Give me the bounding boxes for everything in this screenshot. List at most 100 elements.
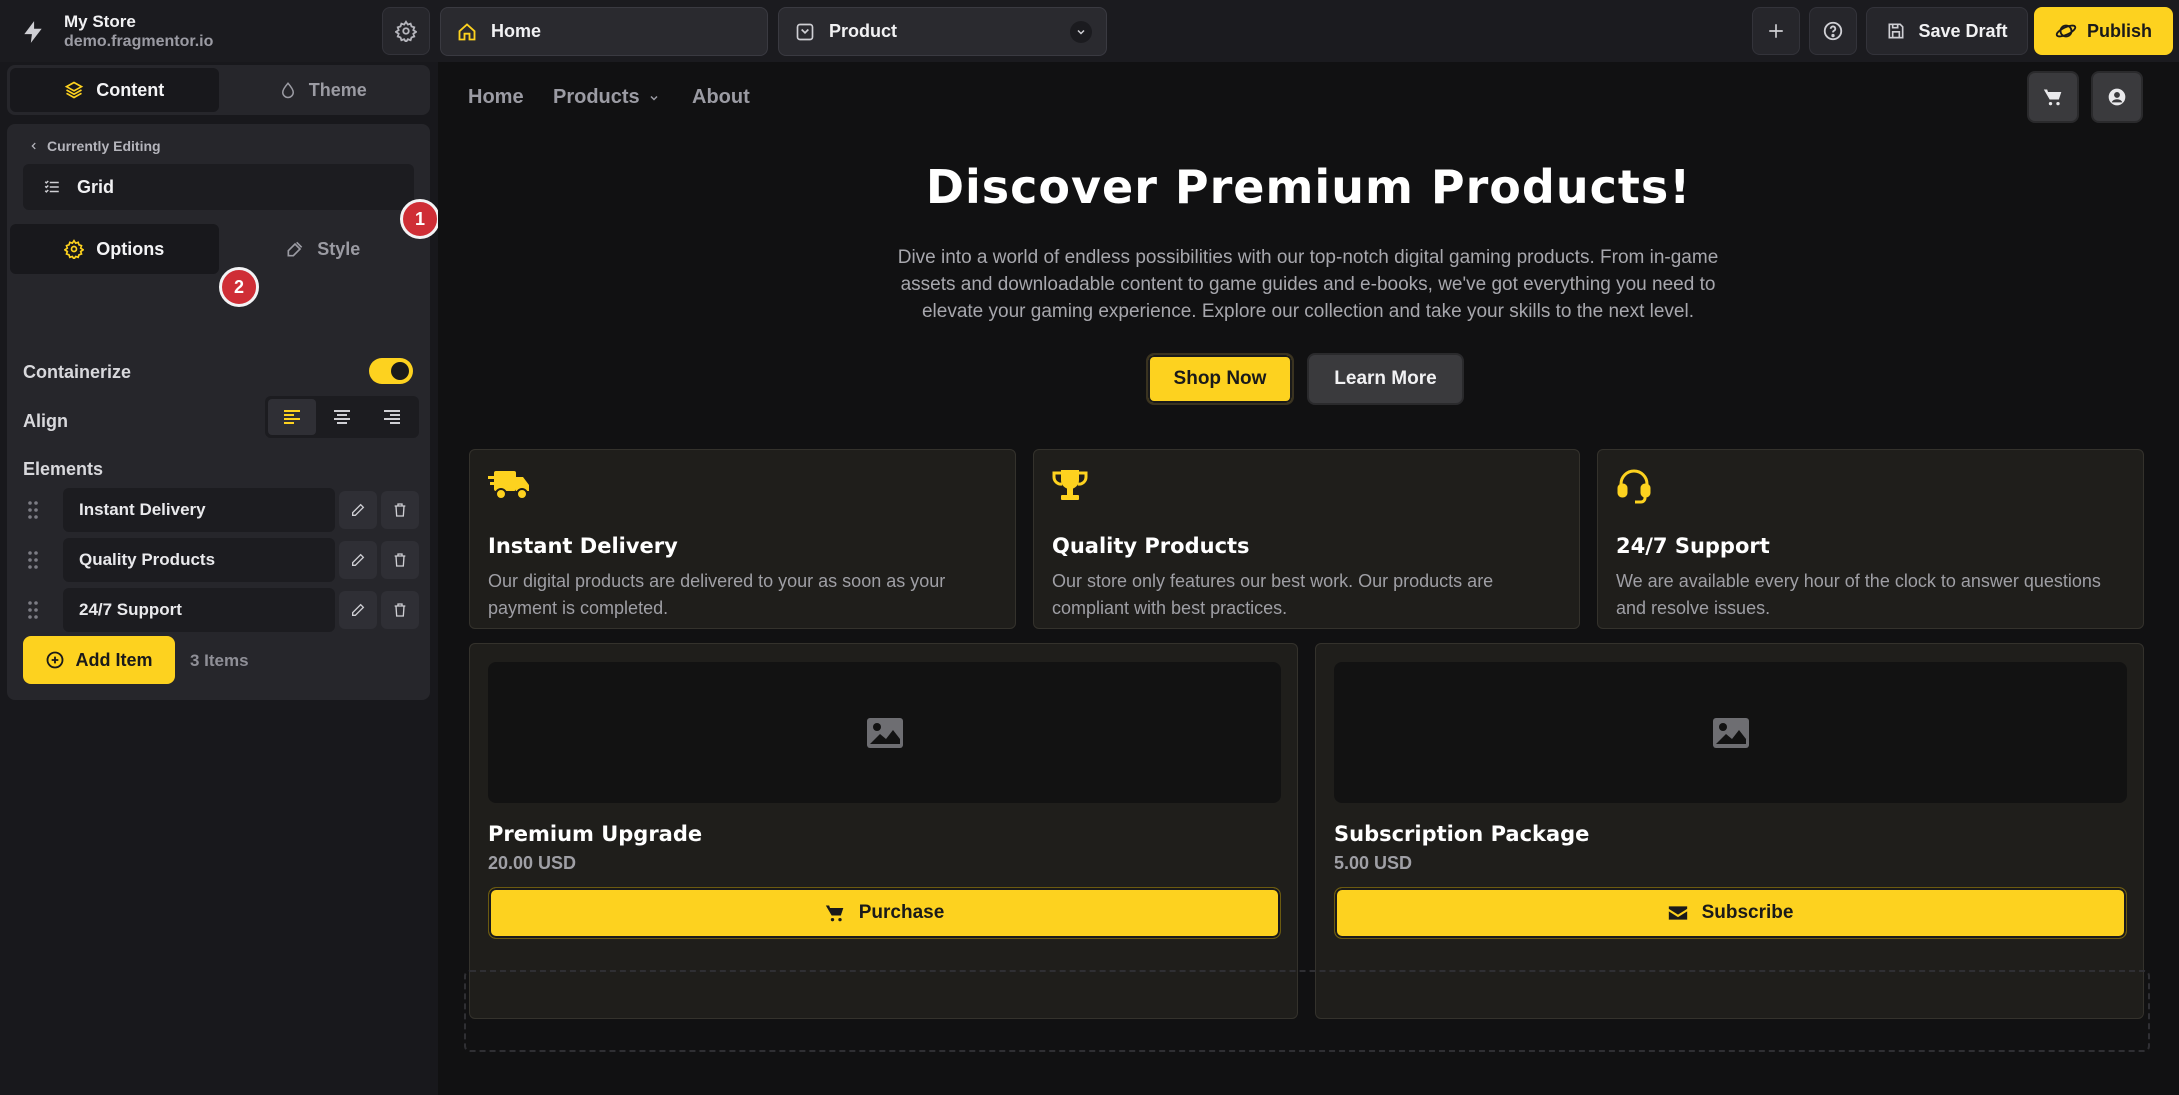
drag-handle-icon[interactable] [27,500,39,520]
align-right-icon [384,410,400,424]
product-card[interactable]: Premium Upgrade 20.00 USD Purchase [469,643,1298,1019]
pencil-icon [352,603,365,616]
image-icon [1712,717,1749,748]
trash-icon [394,603,406,617]
subscribe-button[interactable]: Subscribe [1334,887,2127,939]
bolt-icon [24,20,42,43]
template-icon [796,23,814,40]
back-to-parent[interactable]: Currently Editing [29,138,161,154]
feature-description: Our store only features our best work. O… [1052,571,1494,618]
nav-products-label: Products [553,86,640,108]
store-name: My Store [64,12,136,31]
help-button[interactable] [1809,7,1857,55]
edit-button[interactable] [339,591,377,629]
settings-button[interactable] [382,7,430,55]
trash-icon [394,553,406,567]
template-select-value: Product [829,21,898,41]
user-circle-icon [2108,88,2126,106]
feature-title: Quality Products [1052,534,1250,558]
store-brand[interactable]: My Store demo.fragmentor.io [20,12,213,51]
hero-title: Discover Premium Products! [925,160,1692,214]
items-count: 3 Items [190,651,249,670]
save-icon [1888,23,1904,39]
save-draft-button[interactable]: Save Draft [1866,7,2028,55]
element-name[interactable]: 24/7 Support [63,588,335,632]
product-title: Subscription Package [1334,822,1590,846]
cart-icon [825,905,844,922]
nav-about[interactable]: About [692,86,750,109]
feature-title: Instant Delivery [488,534,678,558]
feature-card[interactable]: Quality Products Our store only features… [1033,449,1580,629]
top-bar: My Store demo.fragmentor.io Home Product [0,0,2179,62]
gear-icon [395,20,417,42]
cart-icon [2043,89,2062,106]
delete-button[interactable] [381,541,419,579]
align-right-button[interactable] [368,399,416,435]
feature-description: Our digital products are delivered to yo… [488,571,946,618]
nav-home[interactable]: Home [468,86,524,109]
option-tabs: Options Style [7,224,430,274]
feature-card[interactable]: 24/7 Support We are available every hour… [1597,449,2144,629]
delete-button[interactable] [381,491,419,529]
page-select-value: Home [491,21,542,41]
nav-products[interactable]: Products [553,86,660,109]
align-center-button[interactable] [318,399,366,435]
list-item: 24/7 Support [23,588,419,632]
trash-icon [394,503,406,517]
containerize-label: Containerize [23,362,132,382]
feature-card[interactable]: Instant Delivery Our digital products ar… [469,449,1016,629]
tab-content[interactable]: Content [10,68,219,112]
product-price: 20.00 USD [488,853,577,873]
element-name[interactable]: Instant Delivery [63,488,335,532]
tab-style[interactable]: Style [219,224,428,274]
plus-circle-icon [47,651,64,669]
product-price: 5.00 USD [1334,853,1413,873]
publish-label: Publish [2086,20,2152,41]
purchase-button[interactable]: Purchase [488,887,1281,939]
page-canvas: Home Products About Discover Premium Pro… [438,62,2179,1095]
account-button[interactable] [2091,71,2143,123]
home-icon [458,22,476,40]
tab-theme[interactable]: Theme [219,68,428,112]
add-item-button[interactable]: Add Item [23,636,175,684]
shop-now-button[interactable]: Shop Now [1146,353,1294,405]
product-image-placeholder [488,662,1281,803]
template-select[interactable]: Product [778,7,1107,56]
planet-icon [2055,24,2077,38]
align-label: Align [23,411,68,431]
editing-block: Grid [23,164,414,210]
tab-options[interactable]: Options [10,224,219,274]
block-drop-zone[interactable] [464,970,2150,1052]
product-card[interactable]: Subscription Package 5.00 USD Subscribe [1315,643,2144,1019]
drag-handle-icon[interactable] [27,600,39,620]
align-left-button[interactable] [268,399,316,435]
page-select[interactable]: Home [440,7,768,56]
help-icon [1823,21,1843,41]
learn-more-button[interactable]: Learn More [1307,353,1464,405]
delete-button[interactable] [381,591,419,629]
list-item: Instant Delivery [23,488,419,532]
chevron-down-icon [1070,21,1092,43]
element-name[interactable]: Quality Products [63,538,335,582]
cart-button[interactable] [2027,71,2079,123]
containerize-toggle[interactable] [369,358,413,384]
list-item: Quality Products [23,538,419,582]
layers-icon [65,81,84,99]
pencil-icon [352,553,365,566]
drag-handle-icon[interactable] [27,550,39,570]
trophy-icon [1052,470,1088,500]
add-button[interactable] [1752,7,1800,55]
align-center-icon [334,410,350,424]
sidebar-tabs: Content Theme [7,65,430,115]
product-title: Premium Upgrade [488,822,703,846]
edit-button[interactable] [339,541,377,579]
droplet-icon [281,82,294,99]
tab-style-label: Style [317,238,361,259]
add-item-label: Add Item [75,649,153,670]
plus-icon [1769,24,1783,38]
toggle-knob [391,362,409,380]
product-image-placeholder [1334,662,2127,803]
edit-button[interactable] [339,491,377,529]
editing-block-name: Grid [77,176,115,197]
publish-button[interactable]: Publish [2034,7,2173,55]
